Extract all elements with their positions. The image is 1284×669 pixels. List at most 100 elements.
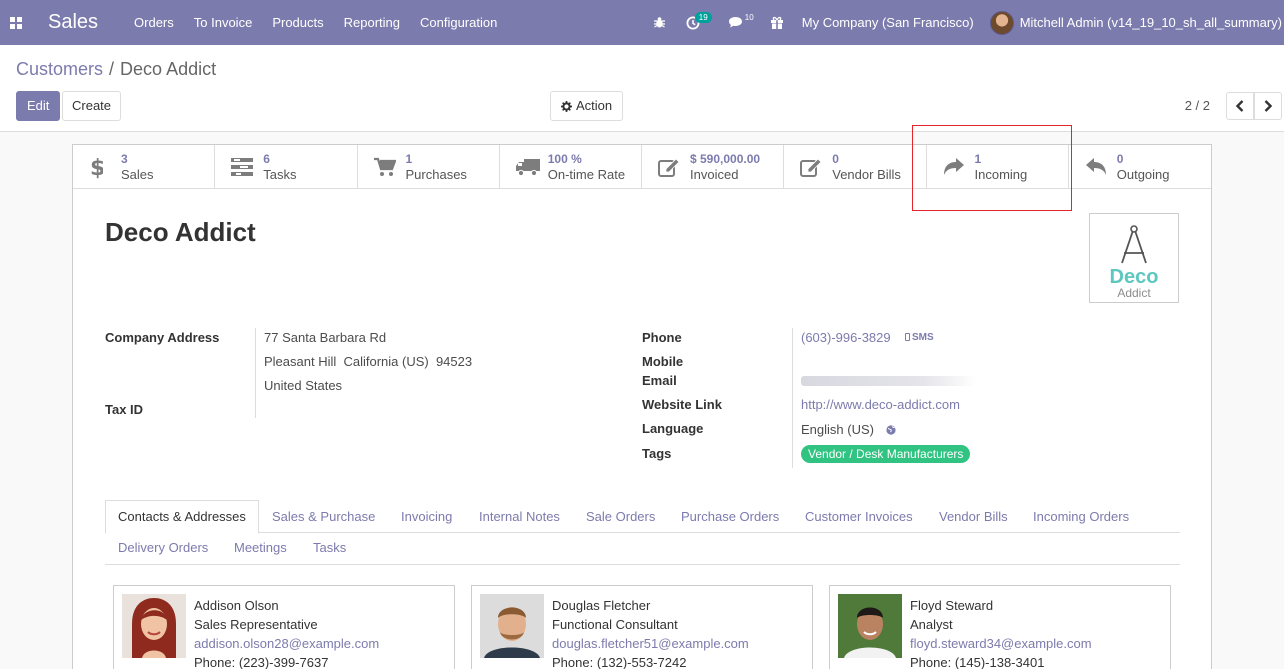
breadcrumb-separator: / [109, 59, 115, 79]
contact-card[interactable]: Douglas Fletcher Functional Consultant d… [471, 585, 813, 669]
pager-previous-button[interactable] [1226, 92, 1254, 120]
menu-products[interactable]: Products [262, 0, 333, 45]
vendor-bills-count: 0 [832, 152, 839, 166]
field-divider [255, 328, 256, 418]
smart-button-outgoing[interactable]: 0 Outgoing [1069, 145, 1211, 189]
contact-phone: Phone: (145)-138-3401 [910, 655, 1045, 669]
contact-card[interactable]: Floyd Steward Analyst floyd.steward34@ex… [829, 585, 1171, 669]
outgoing-count: 0 [1116, 152, 1124, 166]
contact-photo [122, 594, 186, 658]
user-menu[interactable]: Mitchell Admin (v14_19_10_sh_all_summary… [1020, 15, 1282, 30]
language-value[interactable]: English (US) [801, 422, 874, 437]
contact-email[interactable]: addison.olson28@example.com [194, 634, 379, 653]
contact-phone: Phone: (132)-553-7242 [552, 655, 687, 669]
globe-icon[interactable] [886, 423, 896, 438]
smart-button-purchases[interactable]: 1 Purchases [358, 145, 500, 189]
menu-configuration[interactable]: Configuration [410, 0, 507, 45]
pager-value[interactable]: 2 / 2 [1185, 98, 1210, 113]
partner-logo[interactable]: Deco Addict [1089, 213, 1179, 303]
menu-reporting[interactable]: Reporting [334, 0, 410, 45]
tab-purchase-orders[interactable]: Purchase Orders [681, 509, 779, 524]
contact-photo [480, 594, 544, 658]
reply-icon [1085, 158, 1113, 176]
email-redacted[interactable] [801, 376, 976, 386]
tab-contacts-addresses[interactable]: Contacts & Addresses [105, 500, 259, 534]
address-street[interactable]: 77 Santa Barbara Rd [264, 330, 386, 345]
smart-button-tasks[interactable]: 6 Tasks [215, 145, 358, 189]
main-menu: Orders To Invoice Products Reporting Con… [124, 0, 507, 45]
truck-icon [515, 158, 544, 176]
contact-email[interactable]: douglas.fletcher51@example.com [552, 634, 749, 653]
smart-button-vendor-bills[interactable]: 0 Vendor Bills [784, 145, 927, 189]
control-panel: Customers / Deco Addict Edit Create Acti… [0, 45, 1284, 132]
contact-card[interactable]: Addison Olson Sales Representative addis… [113, 585, 455, 669]
tab-tasks[interactable]: Tasks [313, 540, 346, 555]
tab-vendor-bills[interactable]: Vendor Bills [939, 509, 1008, 524]
action-dropdown-button[interactable]: Action [550, 91, 624, 121]
create-button[interactable]: Create [62, 91, 122, 121]
contact-function: Functional Consultant [552, 617, 678, 632]
contact-phone: Phone: (223)-399-7637 [194, 655, 329, 669]
address-country[interactable]: United States [264, 378, 342, 393]
address-city-state-zip[interactable]: Pleasant Hill California (US) 94523 [264, 354, 472, 369]
bug-icon[interactable] [643, 0, 676, 45]
logo-subword: Addict [1117, 286, 1151, 300]
phone-link[interactable]: (603)-996-3829 [801, 330, 891, 345]
contact-name: Addison Olson [194, 598, 279, 613]
smart-button-sales[interactable]: $ 3 Sales [73, 145, 216, 189]
action-label: Action [576, 98, 613, 113]
company-switcher[interactable]: My Company (San Francisco) [794, 15, 990, 30]
user-avatar[interactable] [989, 10, 1014, 35]
breadcrumb-current: Deco Addict [120, 59, 217, 79]
tab-internal-notes[interactable]: Internal Notes [479, 509, 560, 524]
tab-invoicing[interactable]: Invoicing [401, 509, 452, 524]
sms-button[interactable]: SMS [905, 332, 934, 343]
invoiced-amount: $ 590,000.00 [690, 152, 761, 166]
apps-menu-icon[interactable] [0, 0, 32, 45]
tags-label: Tags [642, 446, 672, 461]
tab-incoming-orders[interactable]: Incoming Orders [1033, 509, 1129, 524]
activity-clock-icon[interactable]: 19 [676, 0, 718, 45]
app-name[interactable]: Sales [48, 11, 98, 34]
invoiced-label: Invoiced [690, 167, 739, 182]
partner-name[interactable]: Deco Addict [105, 217, 256, 248]
pager-next-button[interactable] [1254, 92, 1282, 120]
edit-button[interactable]: Edit [16, 91, 61, 121]
contact-email[interactable]: floyd.steward34@example.com [910, 634, 1092, 653]
on-time-rate-label: On-time Rate [547, 167, 626, 182]
pencil-square-icon [658, 157, 686, 177]
website-link[interactable]: http://www.deco-addict.com [801, 397, 960, 412]
notebook-tabs: Contacts & Addresses Sales & Purchase In… [105, 500, 1180, 534]
menu-to-invoice[interactable]: To Invoice [184, 0, 263, 45]
tasks-count: 6 [263, 152, 270, 166]
activity-count-badge: 19 [694, 12, 712, 23]
chevron-right-icon [1264, 100, 1273, 112]
compass-logo-icon [1121, 225, 1147, 264]
notebook-tabs-row-2: Delivery Orders Meetings Tasks [105, 533, 1180, 565]
cart-icon [373, 157, 402, 177]
gift-icon[interactable] [760, 0, 794, 45]
language-label: Language [642, 421, 704, 436]
vendor-bills-label: Vendor Bills [832, 167, 901, 182]
breadcrumb-customers[interactable]: Customers [16, 59, 103, 80]
smart-button-invoiced[interactable]: $ 590,000.00 Invoiced [642, 145, 785, 189]
tasks-label: Tasks [263, 167, 297, 182]
tab-delivery-orders[interactable]: Delivery Orders [118, 540, 208, 555]
tax-id-label: Tax ID [105, 402, 144, 417]
tab-sale-orders[interactable]: Sale Orders [586, 509, 655, 524]
menu-orders[interactable]: Orders [124, 0, 184, 45]
outgoing-label: Outgoing [1116, 167, 1170, 182]
tab-meetings[interactable]: Meetings [234, 540, 287, 555]
field-divider [792, 328, 793, 468]
sales-label: Sales [121, 167, 154, 182]
messages-icon[interactable]: 10 [718, 0, 760, 45]
tag-badge[interactable]: Vendor / Desk Manufacturers [801, 445, 971, 463]
smart-button-on-time-rate[interactable]: 100 % On-time Rate [500, 145, 642, 189]
sales-count: 3 [121, 152, 128, 166]
contact-photo [838, 594, 902, 658]
contact-name: Douglas Fletcher [552, 598, 651, 613]
tab-sales-purchase[interactable]: Sales & Purchase [272, 509, 375, 524]
tab-customer-invoices[interactable]: Customer Invoices [805, 509, 913, 524]
mobile-icon [905, 333, 910, 341]
contact-name: Floyd Steward [910, 598, 994, 613]
